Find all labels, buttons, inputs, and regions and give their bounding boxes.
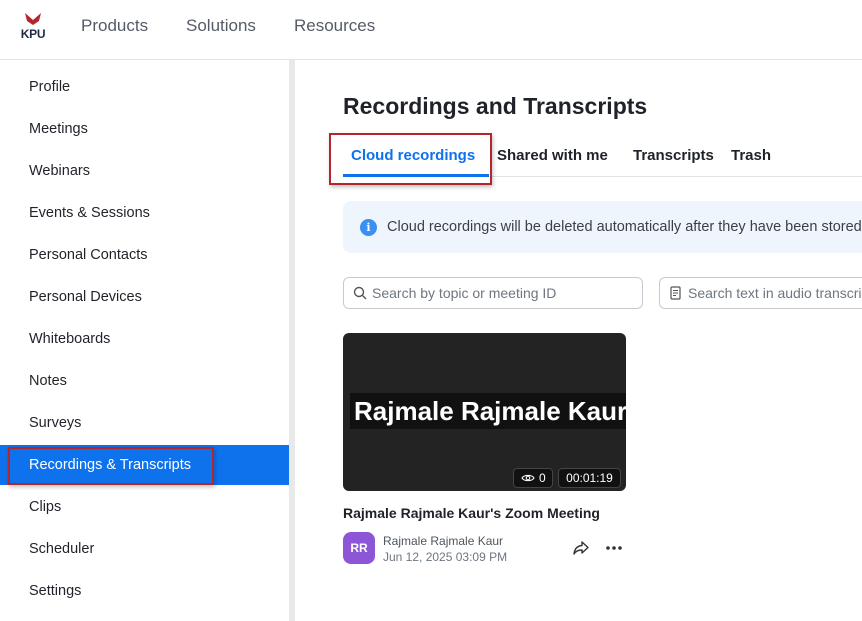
logo-text: KPU — [20, 27, 46, 41]
sidebar-scrollbar[interactable] — [289, 60, 295, 621]
more-options-icon[interactable] — [604, 539, 624, 557]
transcript-search-input[interactable] — [688, 284, 862, 302]
top-nav-bar: KPU Products Solutions Resources — [0, 0, 862, 60]
sidebar-item-personal-contacts[interactable]: Personal Contacts — [0, 235, 289, 275]
avatar: RR — [343, 532, 375, 564]
document-search-icon — [670, 286, 681, 300]
banner-text: Cloud recordings will be deleted automat… — [387, 219, 862, 235]
active-tab-indicator — [343, 174, 489, 177]
nav-resources[interactable]: Resources — [294, 16, 375, 36]
sidebar-item-meetings[interactable]: Meetings — [0, 109, 289, 149]
tab-trash[interactable]: Trash — [731, 146, 771, 166]
sidebar-item-settings[interactable]: Settings — [0, 571, 289, 611]
sidebar-item-scheduler[interactable]: Scheduler — [0, 529, 289, 569]
topic-search-input[interactable] — [372, 284, 634, 302]
nav-products[interactable]: Products — [81, 16, 148, 36]
tab-shared-with-me[interactable]: Shared with me — [497, 146, 608, 166]
page-title: Recordings and Transcripts — [343, 93, 648, 119]
share-icon[interactable] — [572, 539, 590, 557]
sidebar-item-events-sessions[interactable]: Events & Sessions — [0, 193, 289, 233]
sidebar-item-personal-devices[interactable]: Personal Devices — [0, 277, 289, 317]
tab-cloud-recordings[interactable]: Cloud recordings — [351, 146, 475, 166]
search-icon — [353, 286, 367, 300]
sidebar-item-clips[interactable]: Clips — [0, 487, 289, 527]
recording-thumbnail[interactable]: Rajmale Rajmale Kaur 0 00:01:19 — [343, 333, 626, 491]
nav-solutions[interactable]: Solutions — [186, 16, 256, 36]
kpu-logo-icon — [25, 13, 41, 25]
sidebar-item-surveys[interactable]: Surveys — [0, 403, 289, 443]
kpu-logo[interactable]: KPU — [17, 12, 49, 42]
tab-transcripts[interactable]: Transcripts — [633, 146, 714, 166]
eye-icon — [521, 474, 535, 482]
sidebar-item-whiteboards[interactable]: Whiteboards — [0, 319, 289, 359]
recording-title[interactable]: Rajmale Rajmale Kaur's Zoom Meeting — [343, 504, 600, 522]
tab-bar: Cloud recordings Shared with me Transcri… — [343, 140, 862, 177]
topic-search[interactable] — [343, 277, 643, 309]
info-banner: i Cloud recordings will be deleted autom… — [343, 201, 862, 253]
recording-date: Jun 12, 2025 03:09 PM — [383, 550, 508, 564]
sidebar: Profile Meetings Webinars Events & Sessi… — [0, 60, 289, 621]
host-name: Rajmale Rajmale Kaur — [383, 534, 504, 548]
info-icon: i — [360, 219, 377, 236]
sidebar-item-profile[interactable]: Profile — [0, 67, 289, 107]
thumbnail-participant-name: Rajmale Rajmale Kaur — [350, 393, 626, 429]
sidebar-item-webinars[interactable]: Webinars — [0, 151, 289, 191]
sidebar-item-notes[interactable]: Notes — [0, 361, 289, 401]
sidebar-item-recordings-transcripts[interactable]: Recordings & Transcripts — [0, 445, 289, 485]
views-badge: 0 — [513, 468, 553, 488]
views-count: 0 — [539, 471, 546, 485]
transcript-search[interactable] — [659, 277, 862, 309]
duration-badge: 00:01:19 — [558, 468, 621, 488]
